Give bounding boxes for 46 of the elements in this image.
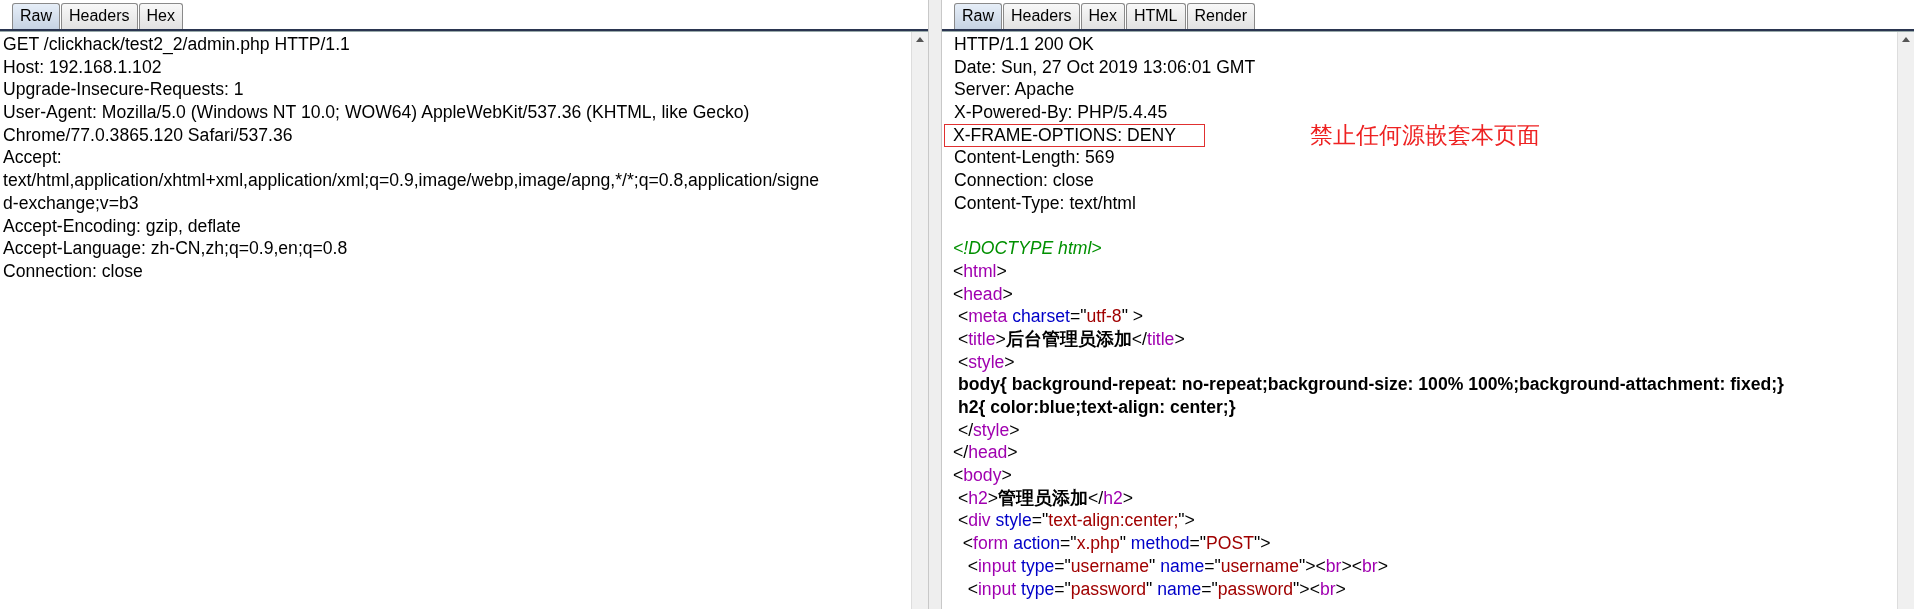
response-header-line: Server: Apache — [953, 78, 1076, 102]
request-line: Accept: — [3, 146, 63, 170]
request-line: GET /clickhack/test2_2/admin.php HTTP/1.1 — [3, 33, 351, 56]
scrollbar[interactable] — [911, 32, 928, 609]
request-line: Accept-Encoding: gzip, deflate — [3, 214, 242, 238]
request-line: Accept-Language: zh-CN,zh;q=0.9,en;q=0.8 — [3, 237, 349, 260]
tab[interactable]: Raw — [954, 3, 1002, 29]
request-line: Upgrade-Insecure-Requests: 1 — [3, 78, 245, 102]
code-line: <html> — [953, 260, 1007, 281]
request-line: text/html,application/xhtml+xml,application/xml;q=0.9,image/webp,image/apng,*/*;q=0.8,application/signe — [3, 169, 821, 192]
response-header-line: X-Powered-By: PHP/5.4.45 — [953, 101, 1169, 125]
code-line: <form action="x.php" method="POST"> — [961, 533, 1271, 554]
code-line: body{ background-repeat: no-repeat;background-size: 100% 100%;background-attachment: fixed;} — [956, 374, 1784, 395]
code-line: <title>后台管理员添加</title> — [956, 328, 1185, 349]
scrollbar[interactable] — [1897, 32, 1914, 609]
code-line: <input type="password" name="password"><br> — [966, 578, 1346, 599]
code-line: <!DOCTYPE html> — [953, 238, 1102, 259]
code-line: <body> — [953, 465, 1012, 486]
annotation-text: 禁止任何源嵌套本页面 — [1310, 121, 1540, 150]
tab[interactable]: HTML — [1125, 3, 1186, 29]
request-line: d-exchange;v=b3 — [3, 191, 140, 215]
code-line: </head> — [953, 442, 1018, 463]
code-line: <div style="text-align:center;"> — [956, 510, 1195, 531]
response-header-line: Date: Sun, 27 Oct 2019 13:06:01 GMT — [953, 55, 1257, 79]
tab[interactable]: Hex — [138, 3, 183, 29]
request-line: Chrome/77.0.3865.120 Safari/537.36 — [3, 123, 294, 147]
code-line: <head> — [953, 283, 1013, 304]
code-line: h2{ color:blue;text-align: center;} — [956, 397, 1236, 417]
tab[interactable]: Render — [1186, 3, 1255, 29]
code-line: <input type="username" name="username"><br><br> — [966, 555, 1388, 576]
response-header-line: Content-Length: 569 — [953, 146, 1116, 170]
response-header-line: Connection: close — [953, 169, 1095, 193]
request-line: Host: 192.168.1.102 — [3, 55, 163, 79]
tab[interactable]: Raw — [12, 3, 60, 29]
response-header-line: HTTP/1.1 200 OK — [953, 33, 1095, 56]
response-header-line: Content-Type: text/html — [953, 191, 1137, 215]
tab[interactable]: Headers — [1003, 3, 1080, 29]
code-line: <h2>管理员添加</h2> — [956, 487, 1134, 508]
tab[interactable]: Headers — [61, 3, 138, 29]
up-arrow-icon[interactable] — [1902, 37, 1910, 42]
tab[interactable]: Hex — [1080, 3, 1125, 29]
code-line: <style> — [956, 351, 1015, 372]
code-line: </style> — [956, 419, 1020, 440]
request-line: User-Agent: Mozilla/5.0 (Windows NT 10.0; WOW64) AppleWebKit/537.36 (KHTML, like Gecko) — [3, 101, 751, 124]
request-line: Connection: close — [3, 259, 144, 283]
code-line: <meta charset="utf-8" > — [956, 306, 1144, 327]
